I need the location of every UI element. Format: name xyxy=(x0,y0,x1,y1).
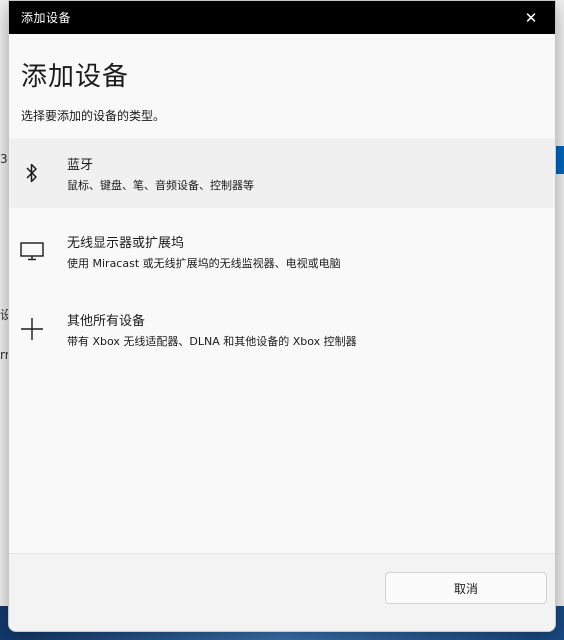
settings-accent-strip xyxy=(556,146,564,174)
option-description: 使用 Miracast 或无线扩展坞的无线监视器、电视或电脑 xyxy=(67,256,341,270)
close-icon: ✕ xyxy=(524,8,538,27)
option-description: 鼠标、键盘、笔、音频设备、控制器等 xyxy=(67,178,254,192)
dialog-heading: 添加设备 xyxy=(21,62,130,92)
plus-icon xyxy=(19,316,45,342)
add-device-dialog: 添加设备 ✕ 添加设备 选择要添加的设备的类型。 蓝牙 鼠标、键盘、笔、音频设备… xyxy=(8,0,556,632)
cancel-button[interactable]: 取消 xyxy=(385,572,547,604)
device-type-list: 蓝牙 鼠标、键盘、笔、音频设备、控制器等 无线显示器或扩展坞 使用 Miraca… xyxy=(9,138,555,364)
option-other-devices[interactable]: 其他所有设备 带有 Xbox 无线适配器、DLNA 和其他设备的 Xbox 控制… xyxy=(9,294,555,364)
option-wireless-display[interactable]: 无线显示器或扩展坞 使用 Miracast 或无线扩展坞的无线监视器、电视或电脑 xyxy=(9,216,555,286)
dialog-footer: 取消 xyxy=(9,553,555,631)
bluetooth-icon xyxy=(19,160,45,186)
option-title: 蓝牙 xyxy=(67,157,94,173)
background-text-fragment: 3 xyxy=(0,152,8,166)
option-bluetooth[interactable]: 蓝牙 鼠标、键盘、笔、音频设备、控制器等 xyxy=(9,138,555,208)
monitor-icon xyxy=(19,238,45,264)
close-button[interactable]: ✕ xyxy=(519,6,543,30)
dialog-subtitle: 选择要添加的设备的类型。 xyxy=(21,109,166,123)
option-description: 带有 Xbox 无线适配器、DLNA 和其他设备的 Xbox 控制器 xyxy=(67,334,357,348)
option-title: 其他所有设备 xyxy=(67,313,146,329)
option-title: 无线显示器或扩展坞 xyxy=(67,235,185,251)
title-bar: 添加设备 ✕ xyxy=(9,1,555,34)
window-title: 添加设备 xyxy=(21,11,72,25)
